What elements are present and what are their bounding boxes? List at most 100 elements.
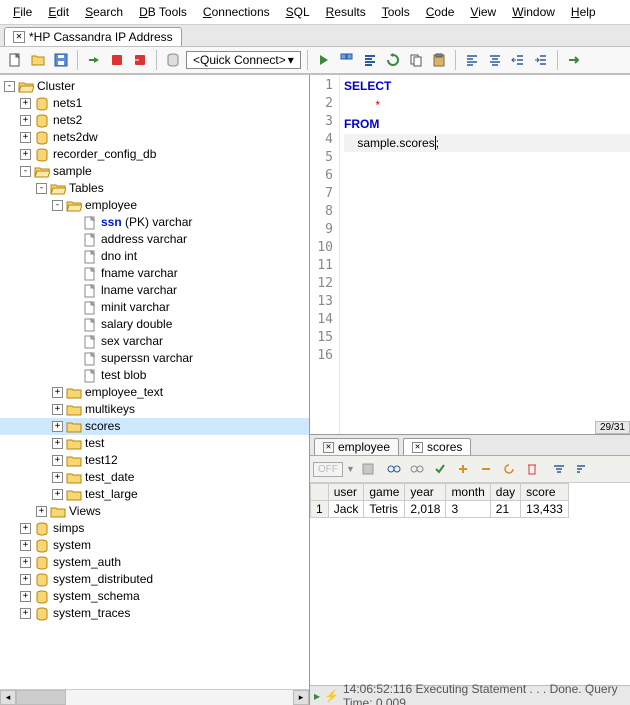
db-cylinder-icon[interactable] (163, 50, 183, 70)
db-system_distributed[interactable]: +system_distributed (0, 571, 309, 588)
table-employee_text[interactable]: +employee_text (0, 384, 309, 401)
file-tab[interactable]: ✕ *HP Cassandra IP Address (4, 27, 182, 46)
result-tab-employee[interactable]: ✕employee (314, 438, 399, 455)
column-sex[interactable]: sex varchar (0, 333, 309, 350)
result-tab-scores[interactable]: ✕scores (403, 438, 471, 455)
collapse-icon[interactable]: - (4, 81, 15, 92)
db-system_auth[interactable]: +system_auth (0, 554, 309, 571)
table-employee[interactable]: -employee (0, 197, 309, 214)
align-left-button[interactable] (462, 50, 482, 70)
add-row-button[interactable] (453, 459, 473, 479)
table-test_large[interactable]: +test_large (0, 486, 309, 503)
result-save-button[interactable] (358, 459, 378, 479)
db-system_traces[interactable]: +system_traces (0, 605, 309, 622)
format-button[interactable] (360, 50, 380, 70)
expand-icon[interactable]: + (20, 98, 31, 109)
db-recorder_config_db[interactable]: +recorder_config_db (0, 146, 309, 163)
delete-row-button[interactable] (522, 459, 542, 479)
expand-icon[interactable]: + (20, 591, 31, 602)
apply-button[interactable] (430, 459, 450, 479)
expand-icon[interactable]: + (36, 506, 47, 517)
tables-folder[interactable]: -Tables (0, 180, 309, 197)
db-nets2[interactable]: +nets2 (0, 112, 309, 129)
expand-icon[interactable]: + (20, 557, 31, 568)
expand-icon[interactable]: + (20, 132, 31, 143)
table-test12[interactable]: +test12 (0, 452, 309, 469)
expand-icon[interactable]: + (20, 574, 31, 585)
tree-horizontal-scrollbar[interactable]: ◂ ▸ (0, 689, 309, 705)
off-toggle[interactable]: OFF (313, 462, 343, 477)
expand-icon[interactable]: + (20, 115, 31, 126)
column-superssn[interactable]: superssn varchar (0, 350, 309, 367)
menu-edit[interactable]: Edit (41, 3, 76, 21)
menu-search[interactable]: Search (78, 3, 130, 21)
column-header-year[interactable]: year (405, 484, 446, 501)
close-icon[interactable]: ✕ (323, 442, 334, 453)
filter-button[interactable] (548, 459, 568, 479)
collapse-icon[interactable]: - (52, 200, 63, 211)
save-button[interactable] (51, 50, 71, 70)
stop-button[interactable] (107, 50, 127, 70)
align-center-button[interactable] (485, 50, 505, 70)
expand-icon[interactable]: + (52, 421, 63, 432)
cluster-root[interactable]: -Cluster (0, 78, 309, 95)
column-lname[interactable]: lname varchar (0, 282, 309, 299)
copy-button[interactable] (406, 50, 426, 70)
run-selection-button[interactable] (337, 50, 357, 70)
result-grid[interactable]: usergameyearmonthdayscore1JackTetris2,01… (310, 483, 630, 685)
column-test[interactable]: test blob (0, 367, 309, 384)
column-header-game[interactable]: game (364, 484, 405, 501)
menu-results[interactable]: Results (319, 3, 373, 21)
close-icon[interactable]: ✕ (412, 442, 423, 453)
new-file-button[interactable] (5, 50, 25, 70)
column-header-month[interactable]: month (446, 484, 490, 501)
menu-code[interactable]: Code (419, 3, 462, 21)
column-minit[interactable]: minit varchar (0, 299, 309, 316)
indent-out-button[interactable] (508, 50, 528, 70)
column-dno[interactable]: dno int (0, 248, 309, 265)
column-header-day[interactable]: day (490, 484, 520, 501)
column-salary[interactable]: salary double (0, 316, 309, 333)
run-arrow-button[interactable] (314, 50, 334, 70)
glasses-icon[interactable] (384, 459, 404, 479)
expand-icon[interactable]: + (52, 387, 63, 398)
expand-icon[interactable]: + (52, 404, 63, 415)
expand-icon[interactable]: + (52, 455, 63, 466)
connect-button[interactable] (84, 50, 104, 70)
table-test[interactable]: +test (0, 435, 309, 452)
scroll-left-icon[interactable]: ◂ (0, 690, 16, 705)
table-test_date[interactable]: +test_date (0, 469, 309, 486)
db-nets1[interactable]: +nets1 (0, 95, 309, 112)
table-scores[interactable]: +scores (0, 418, 309, 435)
sort-button[interactable] (571, 459, 591, 479)
disconnect-button[interactable] (130, 50, 150, 70)
menu-help[interactable]: Help (564, 3, 603, 21)
menu-file[interactable]: File (6, 3, 39, 21)
sql-code[interactable]: SELECT * FROM sample.scores; (340, 75, 630, 434)
db-sample[interactable]: -sample (0, 163, 309, 180)
expand-icon[interactable]: + (52, 438, 63, 449)
close-icon[interactable]: ✕ (13, 31, 25, 43)
db-nets2dw[interactable]: +nets2dw (0, 129, 309, 146)
column-fname[interactable]: fname varchar (0, 265, 309, 282)
quick-connect-dropdown[interactable]: <Quick Connect> ▾ (186, 51, 301, 69)
menu-connections[interactable]: Connections (196, 3, 277, 21)
remove-row-button[interactable] (476, 459, 496, 479)
expand-icon[interactable]: + (20, 540, 31, 551)
collapse-icon[interactable]: - (36, 183, 47, 194)
table-row[interactable]: 1JackTetris2,01832113,433 (311, 501, 569, 518)
chevron-down-icon[interactable]: ▼ (346, 464, 355, 474)
column-ssn[interactable]: ssn (PK) varchar (0, 214, 309, 231)
menu-sql[interactable]: SQL (279, 3, 317, 21)
scroll-right-icon[interactable]: ▸ (293, 690, 309, 705)
paste-button[interactable] (429, 50, 449, 70)
collapse-icon[interactable]: - (20, 166, 31, 177)
db-simps[interactable]: +simps (0, 520, 309, 537)
sql-editor[interactable]: 12345678910111213141516 SELECT * FROM sa… (310, 75, 630, 435)
db-system[interactable]: +system (0, 537, 309, 554)
menu-window[interactable]: Window (505, 3, 562, 21)
table-multikeys[interactable]: +multikeys (0, 401, 309, 418)
goto-arrow-button[interactable] (564, 50, 584, 70)
column-header-score[interactable]: score (521, 484, 569, 501)
indent-in-button[interactable] (531, 50, 551, 70)
